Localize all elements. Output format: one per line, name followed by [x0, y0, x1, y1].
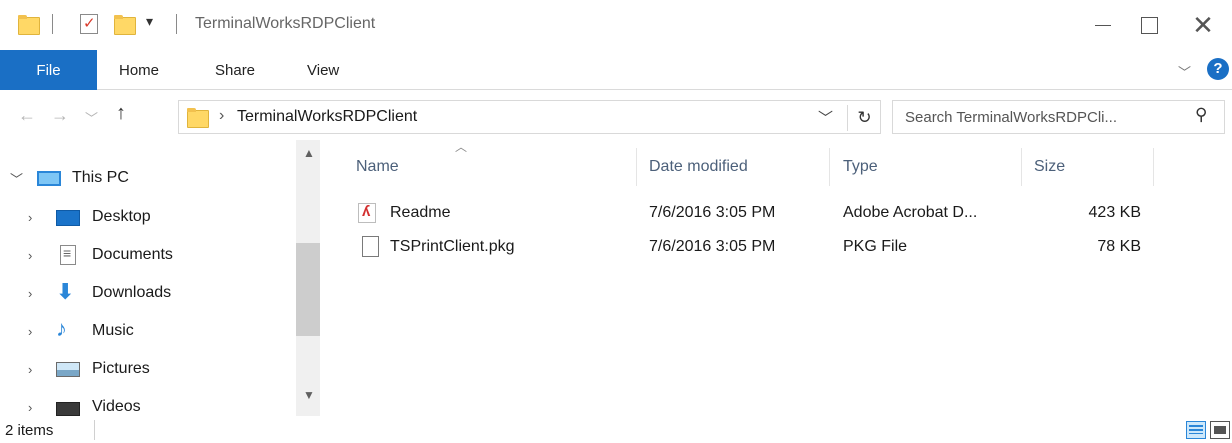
sidebar-item-label: Downloads [92, 284, 172, 301]
item-count: 2 items [5, 422, 54, 439]
pdf-file-icon [358, 203, 376, 223]
folder-icon [187, 108, 209, 128]
chevron-right-icon[interactable]: › [28, 400, 32, 415]
tab-home[interactable]: Home [119, 50, 159, 90]
sidebar-item-music[interactable]: › ♪ Music [0, 314, 296, 348]
maximize-button[interactable] [1126, 8, 1172, 42]
column-header-type[interactable]: Type [827, 148, 1020, 186]
search-box: ⚲ [892, 100, 1225, 134]
file-name: Readme [390, 204, 451, 221]
column-header-date-modified[interactable]: Date modified [633, 148, 826, 186]
minimize-button[interactable] [1080, 8, 1126, 42]
status-bar: 2 items [0, 416, 1232, 443]
ribbon-tabs: File Home Share View ﹀ [0, 50, 1232, 90]
sidebar-item-desktop[interactable]: › Desktop [0, 200, 296, 234]
tab-share[interactable]: Share [215, 50, 255, 90]
tab-view[interactable]: View [307, 50, 339, 90]
sidebar-item-downloads[interactable]: › ⬇ Downloads [0, 276, 296, 310]
column-divider[interactable] [1153, 148, 1154, 186]
window-title: TerminalWorksRDPClient [195, 15, 376, 32]
sidebar-item-label: Pictures [92, 360, 150, 377]
music-icon: ♪ [56, 316, 67, 341]
forward-arrow-icon[interactable]: → [51, 105, 69, 126]
new-folder-icon[interactable] [114, 12, 136, 36]
desktop-icon [56, 210, 80, 226]
chevron-right-icon[interactable]: › [28, 362, 32, 377]
search-icon[interactable]: ⚲ [1195, 105, 1207, 125]
column-header-name[interactable]: Name [340, 148, 636, 186]
tab-file[interactable]: File [0, 50, 97, 90]
file-explorer-window: ▾ TerminalWorksRDPClient ✕ File Home Sha… [0, 0, 1232, 443]
file-type: PKG File [843, 238, 908, 255]
breadcrumb-chevron-icon[interactable]: › [219, 107, 224, 125]
divider [176, 14, 177, 34]
sidebar-item-this-pc[interactable]: ﹀ This PC [0, 161, 296, 195]
videos-icon [56, 402, 80, 416]
divider [94, 420, 95, 440]
divider [52, 14, 53, 34]
chevron-right-icon[interactable]: › [28, 286, 32, 301]
navigation-bar: ← → ﹀ ↑ › TerminalWorksRDPClient ﹀ ↻ ⚲ [0, 90, 1232, 140]
table-row[interactable]: Readme 7/6/2016 3:05 PM Adobe Acrobat D.… [340, 196, 1160, 230]
scroll-up-icon[interactable]: ▲ [303, 146, 315, 160]
up-arrow-icon[interactable]: ↑ [116, 102, 126, 125]
close-button[interactable]: ✕ [1180, 8, 1226, 42]
chevron-right-icon[interactable]: › [28, 248, 32, 263]
chevron-right-icon[interactable]: › [28, 210, 32, 225]
help-icon[interactable]: ? [1207, 58, 1229, 80]
quick-access-dropdown-icon[interactable]: ▾ [146, 13, 153, 30]
sidebar-item-label: Documents [92, 246, 173, 263]
search-input[interactable] [905, 107, 1185, 127]
file-size: 78 KB [1097, 238, 1141, 255]
file-date-modified: 7/6/2016 3:05 PM [649, 204, 776, 221]
documents-icon [60, 245, 76, 265]
title-bar: ▾ TerminalWorksRDPClient ✕ [0, 0, 1232, 50]
refresh-icon[interactable]: ↻ [847, 105, 881, 131]
file-type: Adobe Acrobat D... [843, 204, 978, 221]
recent-locations-chevron-icon[interactable]: ﹀ [85, 108, 98, 127]
address-history-chevron-icon[interactable]: ﹀ [818, 107, 833, 128]
scroll-down-icon[interactable]: ▼ [303, 388, 315, 402]
generic-file-icon [362, 236, 379, 257]
large-icons-view-icon[interactable] [1210, 421, 1230, 439]
details-view-icon[interactable] [1186, 421, 1206, 439]
expand-ribbon-chevron-icon[interactable]: ﹀ [1178, 62, 1191, 81]
sidebar-item-videos[interactable]: › Videos [0, 390, 296, 416]
navigation-pane: ﹀ This PC › Desktop › Documents › ⬇ Down… [0, 140, 322, 416]
scrollbar-thumb[interactable] [296, 243, 320, 336]
chevron-right-icon[interactable]: › [28, 324, 32, 339]
sidebar-item-pictures[interactable]: › Pictures [0, 352, 296, 386]
sidebar-item-label: Videos [92, 398, 141, 415]
column-header-size[interactable]: Size [1018, 148, 1148, 186]
properties-icon[interactable] [80, 12, 98, 36]
chevron-down-icon[interactable]: ﹀ [10, 169, 23, 188]
sidebar-item-label: Music [92, 322, 134, 339]
downloads-icon: ⬇ [56, 279, 75, 304]
back-arrow-icon[interactable]: ← [18, 105, 36, 126]
table-row[interactable]: TSPrintClient.pkg 7/6/2016 3:05 PM PKG F… [340, 230, 1160, 264]
this-pc-icon [37, 171, 61, 186]
sidebar-item-label: Desktop [92, 208, 151, 225]
sidebar-item-documents[interactable]: › Documents [0, 238, 296, 272]
file-name: TSPrintClient.pkg [390, 238, 515, 255]
file-size: 423 KB [1088, 204, 1141, 221]
pictures-icon [56, 362, 80, 377]
file-date-modified: 7/6/2016 3:05 PM [649, 238, 776, 255]
address-bar[interactable]: › TerminalWorksRDPClient ﹀ ↻ [178, 100, 881, 134]
breadcrumb[interactable]: TerminalWorksRDPClient [237, 108, 417, 126]
folder-icon [18, 12, 40, 36]
sidebar-scrollbar[interactable]: ▲ ▼ [296, 140, 320, 416]
sidebar-item-label: This PC [72, 169, 129, 186]
